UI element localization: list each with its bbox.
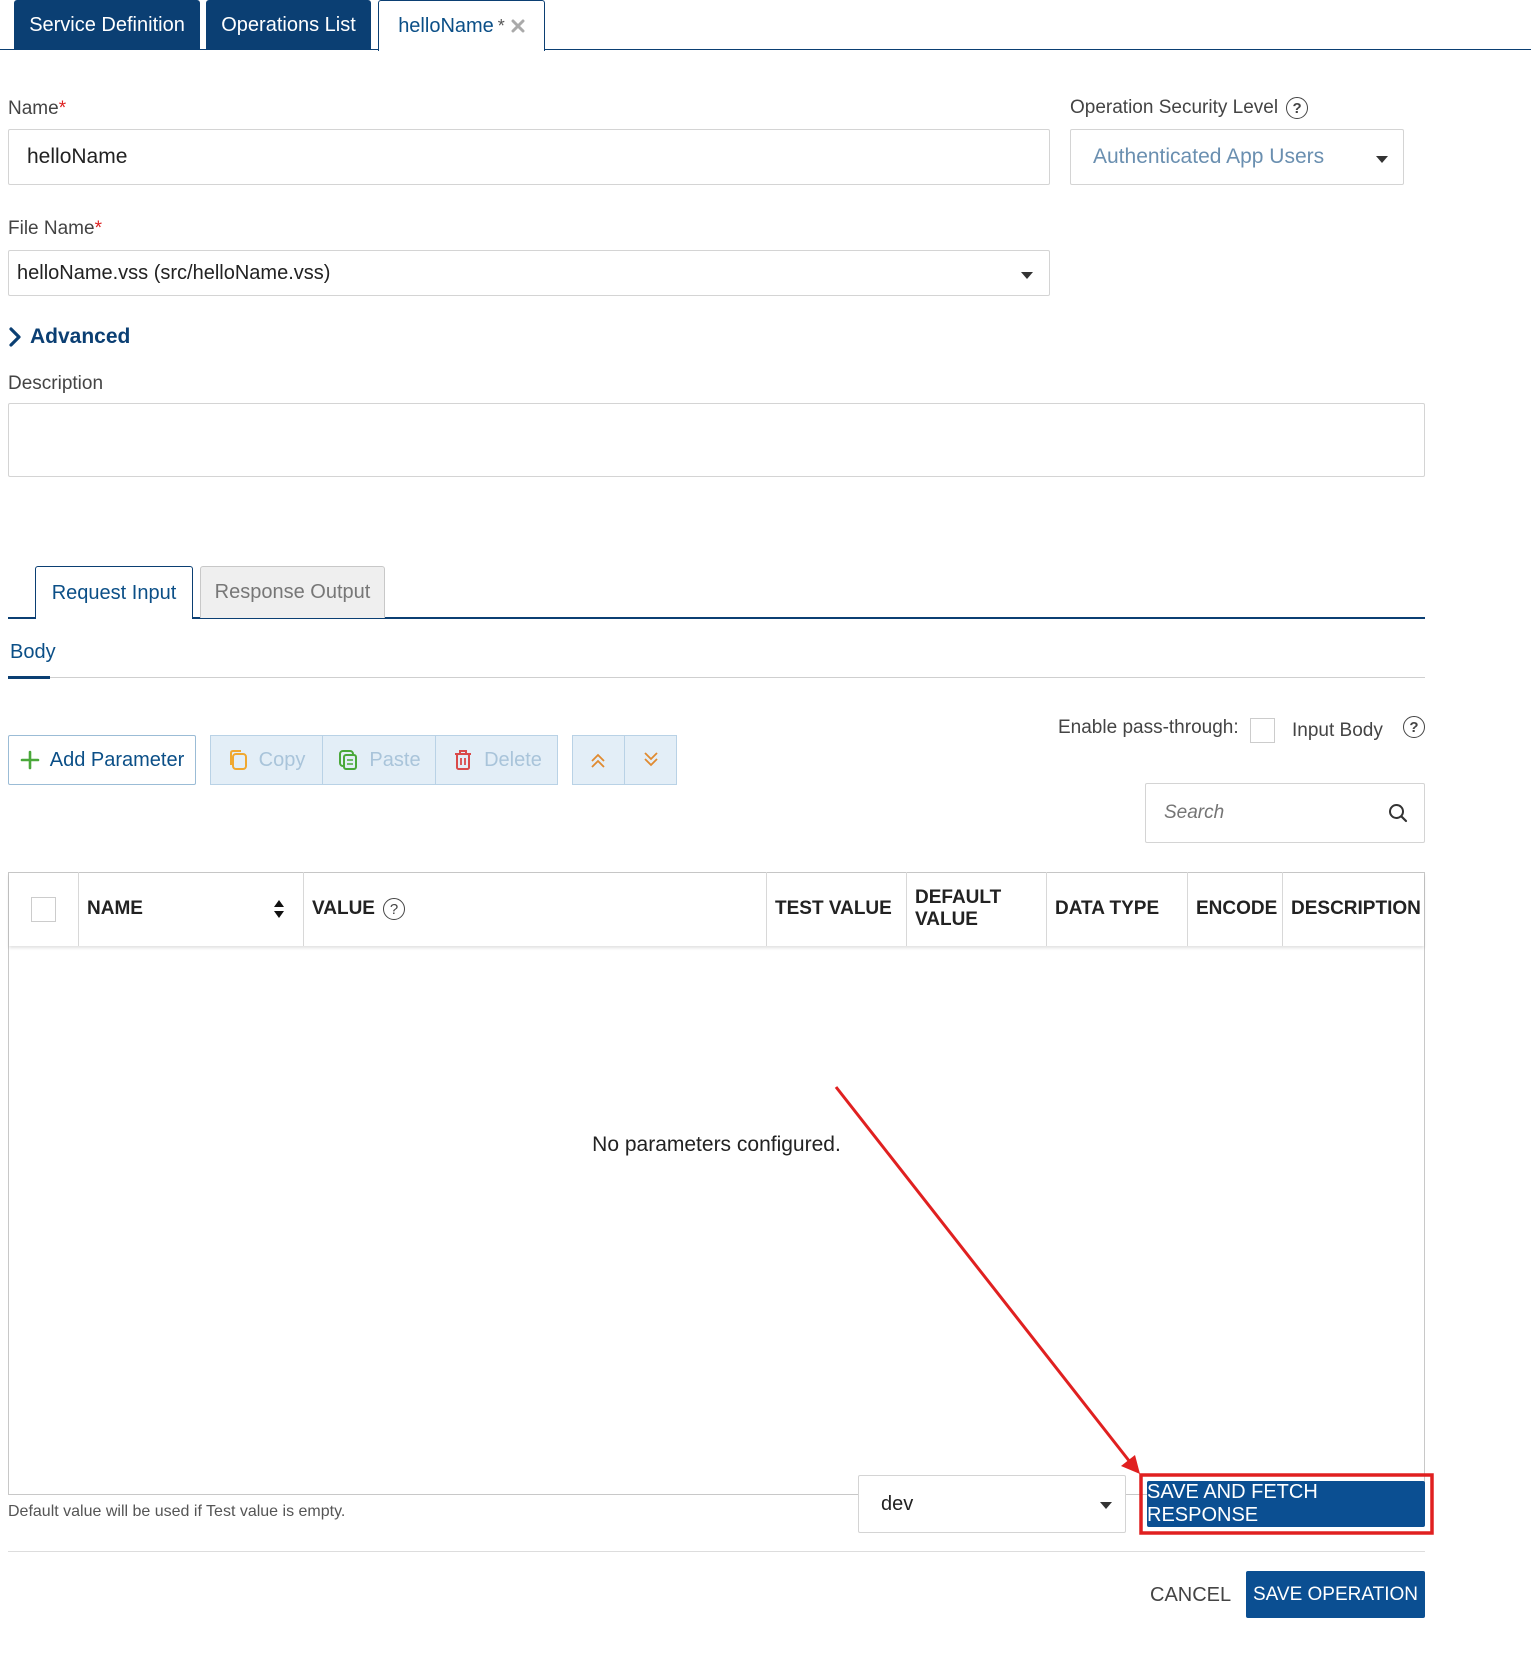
search-icon[interactable]: [1388, 803, 1408, 823]
file-name-value: helloName.vss (src/helloName.vss): [17, 261, 331, 284]
save-and-fetch-label: SAVE AND FETCH RESPONSE: [1147, 1481, 1318, 1526]
paste-button[interactable]: Paste: [323, 735, 436, 785]
advanced-label: Advanced: [30, 325, 131, 348]
search-box[interactable]: [1145, 783, 1425, 843]
help-icon[interactable]: ?: [382, 898, 405, 920]
top-tabs-divider: [0, 49, 1531, 50]
chevron-down-icon: [1021, 272, 1033, 279]
trash-icon: [452, 748, 474, 772]
description-label: Description: [8, 373, 104, 394]
name-label: Name*: [8, 98, 67, 119]
help-icon[interactable]: ?: [1286, 97, 1309, 119]
copy-button[interactable]: Copy: [210, 735, 323, 785]
paste-label: Paste: [369, 748, 421, 771]
column-header-test-value: TEST VALUE: [767, 872, 907, 946]
copy-icon: [227, 748, 249, 772]
pass-through-label: Enable pass-through:: [1058, 717, 1239, 738]
column-header-description: DESCRIPTION: [1291, 898, 1421, 919]
search-input[interactable]: [1162, 801, 1376, 825]
delete-button[interactable]: Delete: [436, 735, 558, 785]
delete-label: Delete: [484, 748, 542, 771]
input-body-checkbox[interactable]: [1250, 718, 1275, 743]
add-parameter-label: Add Parameter: [49, 748, 185, 771]
chevron-down-icon: [1100, 1502, 1112, 1509]
tab-operations-list[interactable]: Operations List: [206, 0, 371, 50]
advanced-toggle[interactable]: Advanced: [8, 325, 130, 349]
security-level-select[interactable]: Authenticated App Users: [1070, 129, 1404, 185]
file-name-label: File Name*: [8, 218, 102, 239]
security-level-value: Authenticated App Users: [1093, 145, 1325, 168]
plus-icon: [20, 750, 40, 770]
parameters-table: [8, 872, 1425, 1495]
double-chevron-up-icon: [588, 750, 608, 770]
column-header-data-type: DATA TYPE: [1047, 872, 1188, 946]
column-header-name[interactable]: NAME: [79, 872, 304, 946]
move-down-button[interactable]: [625, 735, 677, 785]
active-subtab-indicator: [8, 676, 50, 679]
tab-helloname[interactable]: helloName *: [378, 0, 545, 51]
close-icon[interactable]: [511, 19, 525, 33]
tab-label: Request Input: [51, 581, 177, 604]
tab-label: Operations List: [221, 13, 356, 36]
add-parameter-button[interactable]: Add Parameter: [8, 735, 196, 785]
tab-body[interactable]: Body: [10, 641, 56, 664]
column-header-encode: ENCODE: [1188, 872, 1283, 946]
save-and-fetch-response-button[interactable]: SAVE AND FETCH RESPONSE: [1147, 1481, 1425, 1527]
copy-label: Copy: [258, 748, 306, 771]
description-textarea[interactable]: [8, 403, 1425, 477]
empty-table-message: No parameters configured.: [592, 1133, 841, 1156]
save-operation-label: SAVE OPERATION: [1252, 1583, 1419, 1605]
name-value: helloName: [27, 145, 128, 168]
sort-icon[interactable]: [273, 899, 285, 919]
file-name-select[interactable]: helloName.vss (src/helloName.vss): [8, 250, 1050, 296]
select-all-checkbox[interactable]: [31, 896, 56, 922]
modified-indicator: *: [497, 15, 505, 36]
move-up-button[interactable]: [572, 735, 625, 785]
tab-service-definition[interactable]: Service Definition: [14, 0, 200, 50]
tab-request-input[interactable]: Request Input: [35, 566, 193, 619]
tab-response-output[interactable]: Response Output: [200, 566, 385, 618]
default-value-hint: Default value will be used if Test value…: [8, 1503, 346, 1520]
sub-tabs-divider: [8, 677, 1425, 678]
name-input[interactable]: helloName: [8, 129, 1050, 185]
column-header-value: VALUE ?: [304, 872, 767, 946]
save-operation-button[interactable]: SAVE OPERATION: [1246, 1571, 1425, 1618]
header-select-cell: [9, 872, 79, 946]
cancel-button[interactable]: CANCEL: [1150, 1584, 1231, 1607]
security-level-label: Operation Security Level ?: [1070, 97, 1309, 119]
chevron-down-icon: [1376, 156, 1388, 163]
paste-icon: [337, 748, 359, 772]
environment-value: dev: [881, 1492, 914, 1515]
tab-label: Response Output: [214, 581, 371, 603]
column-header-default-value: DEFAULT VALUE: [907, 872, 1047, 946]
tab-label: helloName: [398, 14, 494, 37]
help-icon[interactable]: ?: [1403, 716, 1425, 738]
input-body-label: Input Body: [1292, 720, 1383, 741]
double-chevron-down-icon: [641, 750, 661, 770]
environment-select[interactable]: dev: [858, 1475, 1126, 1533]
tab-label: Service Definition: [29, 13, 185, 36]
chevron-right-icon: [8, 327, 22, 347]
footer-divider: [8, 1551, 1425, 1552]
